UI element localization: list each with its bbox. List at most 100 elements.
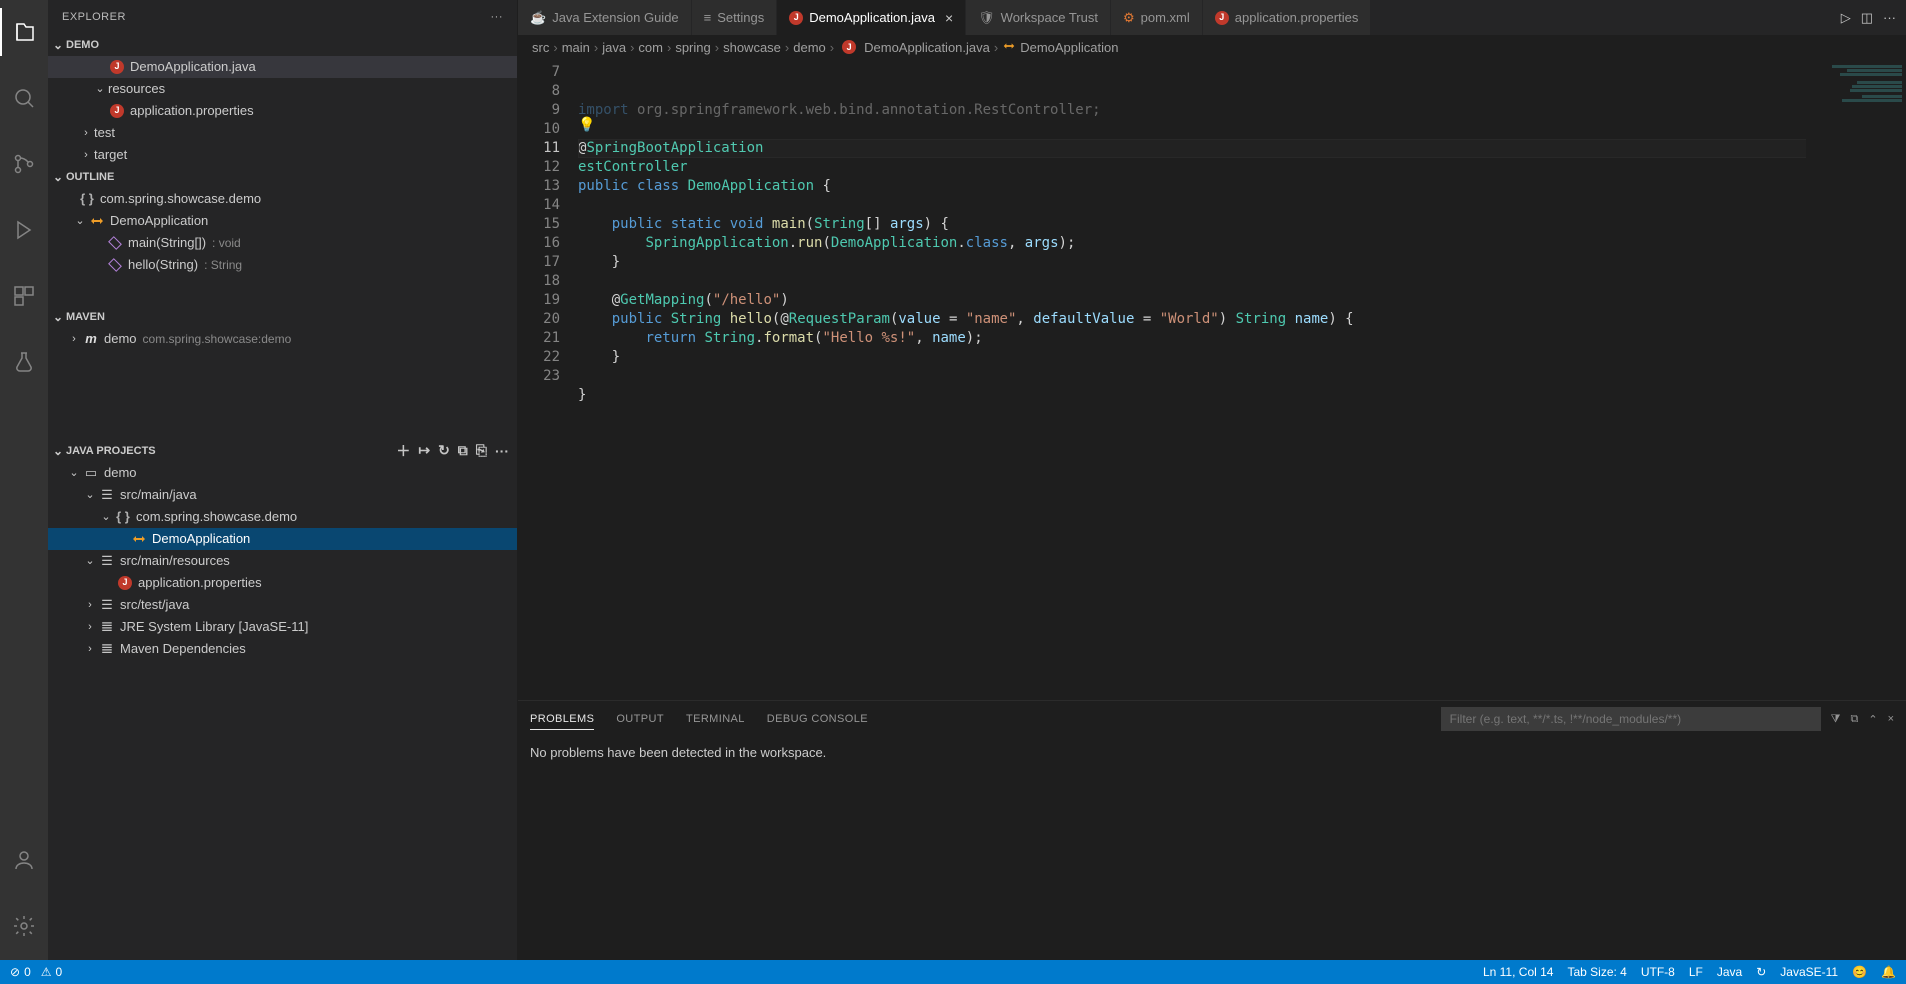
section-demo[interactable]: ⌄ DEMO [48,34,517,56]
crumb[interactable]: showcase [723,40,781,55]
status-jdk[interactable]: JavaSE-11 [1780,965,1838,979]
file-appproperties[interactable]: J application.properties [48,100,517,122]
run-button-icon[interactable]: ▷ [1841,10,1851,26]
crumb[interactable]: demo [793,40,826,55]
collapse-all-icon[interactable]: ⧉ [1850,713,1858,726]
tab-pomxml[interactable]: ⚙ pom.xml [1111,0,1203,35]
method-icon [106,256,124,274]
close-panel-icon[interactable]: × [1888,713,1894,725]
status-bell-icon[interactable]: 🔔 [1881,965,1896,979]
status-sync-icon[interactable]: ↻ [1756,965,1766,979]
folder-resources[interactable]: ⌄ resources [48,78,517,100]
status-bar: ⊘0 ⚠0 Ln 11, Col 14 Tab Size: 4 UTF-8 LF… [0,960,1906,984]
jproj-label: src/main/resources [120,553,230,568]
tab-java-guide[interactable]: ☕ Java Extension Guide [518,0,692,35]
jproj-appprops[interactable]: J application.properties [48,572,517,594]
close-icon[interactable]: × [945,10,953,26]
code-token: estController [578,159,688,175]
split-editor-icon[interactable]: ◫ [1861,10,1873,26]
tab-settings[interactable]: ≡ Settings [692,0,778,35]
status-feedback-icon[interactable]: 😊 [1852,965,1867,979]
chevron-right-icon: › [82,621,98,633]
extensions-icon[interactable] [0,272,48,320]
refresh-icon[interactable]: ↻ [438,442,450,459]
status-eol[interactable]: LF [1689,965,1703,979]
crumb[interactable]: java [602,40,626,55]
chevron-up-icon[interactable]: ⌃ [1868,713,1877,726]
sidebar-more-icon[interactable]: ··· [491,11,504,23]
jproj-package[interactable]: ⌄ { } com.spring.showcase.demo [48,506,517,528]
code-token: void [730,216,764,232]
crumb[interactable]: spring [675,40,710,55]
tab-demoapplication[interactable]: J DemoApplication.java × [777,0,966,35]
tab-bar: ☕ Java Extension Guide ≡ Settings J Demo… [518,0,1906,35]
test-icon[interactable] [0,338,48,386]
jproj-label: Maven Dependencies [120,641,246,656]
status-language[interactable]: Java [1717,965,1742,979]
outline-class[interactable]: ⌄ DemoApplication [48,210,517,232]
code-token: run [797,235,822,251]
breadcrumb[interactable]: src› main› java› com› spring› showcase› … [518,35,1906,59]
minimap[interactable] [1806,59,1906,700]
jproj-srcres[interactable]: ⌄ ☰ src/main/resources [48,550,517,572]
chevron-down-icon: ⌄ [82,488,98,501]
section-maven[interactable]: ⌄ MAVEN [48,306,517,328]
more-icon[interactable]: ··· [495,443,509,459]
crumb[interactable]: src [532,40,549,55]
scm-icon[interactable] [0,140,48,188]
tab-label: DemoApplication.java [809,10,935,25]
status-encoding[interactable]: UTF-8 [1641,965,1675,979]
code-editor[interactable]: 7891011121314151617181920212223 import o… [518,59,1906,700]
status-cursor-pos[interactable]: Ln 11, Col 14 [1483,965,1554,979]
tab-appproperties[interactable]: J application.properties [1203,0,1372,35]
tab-workspace-trust[interactable]: 🛡 Workspace Trust [966,0,1111,35]
activity-bar [0,0,48,960]
file-demoapplication[interactable]: J DemoApplication.java [48,56,517,78]
status-tabsize[interactable]: Tab Size: 4 [1567,965,1626,979]
jproj-jre[interactable]: › 𝌆 JRE System Library [JavaSE-11] [48,616,517,638]
build-icon[interactable]: ⎘ [476,442,487,459]
status-errors[interactable]: ⊘0 [10,965,31,979]
code-token: "Hello %s!" [822,330,915,346]
collapse-icon[interactable]: ⧉ [458,442,468,459]
search-icon[interactable] [0,74,48,122]
folder-target[interactable]: › target [48,144,517,166]
outline-method-main[interactable]: main(String[]) : void [48,232,517,254]
problems-filter-input[interactable] [1441,707,1821,731]
section-javaprojects[interactable]: ⌄ JAVA PROJECTS ＋ ↦ ↻ ⧉ ⎘ ··· [48,440,517,462]
panel-tab-terminal[interactable]: TERMINAL [686,709,745,729]
panel-tab-problems[interactable]: PROBLEMS [530,709,594,730]
run-icon[interactable] [0,206,48,254]
status-warnings[interactable]: ⚠0 [41,965,62,979]
maven-project[interactable]: › m demo com.spring.showcase:demo [48,328,517,350]
code-token: String [704,330,755,346]
panel-tab-output[interactable]: OUTPUT [616,709,664,729]
crumb[interactable]: DemoApplication [1020,40,1118,55]
section-outline[interactable]: ⌄ OUTLINE [48,166,517,188]
panel-tab-debug[interactable]: DEBUG CONSOLE [767,709,868,729]
jproj-srcmain[interactable]: ⌄ ☰ src/main/java [48,484,517,506]
lightbulb-icon[interactable]: 💡 [578,116,595,135]
crumb[interactable]: main [562,40,590,55]
jproj-class-demoapp[interactable]: DemoApplication [48,528,517,550]
jproj-root[interactable]: ⌄ ▭ demo [48,462,517,484]
chevron-down-icon: ⌄ [50,38,66,52]
export-icon[interactable]: ↦ [418,442,430,459]
new-icon[interactable]: ＋ [396,441,410,461]
outline-namespace[interactable]: { } com.spring.showcase.demo [48,188,517,210]
crumb[interactable]: com [638,40,663,55]
code-token: GetMapping [620,292,704,308]
chevron-down-icon: ⌄ [50,170,66,184]
explorer-icon[interactable] [0,8,48,56]
tab-more-icon[interactable]: ··· [1883,10,1896,25]
jproj-mvndeps[interactable]: › 𝌆 Maven Dependencies [48,638,517,660]
outline-method-hello[interactable]: hello(String) : String [48,254,517,276]
crumb[interactable]: DemoApplication.java [864,40,990,55]
folder-test[interactable]: › test [48,122,517,144]
code-area[interactable]: import org.springframework.web.bind.anno… [578,59,1906,700]
code-token: class [637,178,679,194]
filter-icon[interactable]: ⧩ [1831,713,1841,726]
jproj-srctest[interactable]: › ☰ src/test/java [48,594,517,616]
gear-icon[interactable] [0,902,48,950]
account-icon[interactable] [0,836,48,884]
